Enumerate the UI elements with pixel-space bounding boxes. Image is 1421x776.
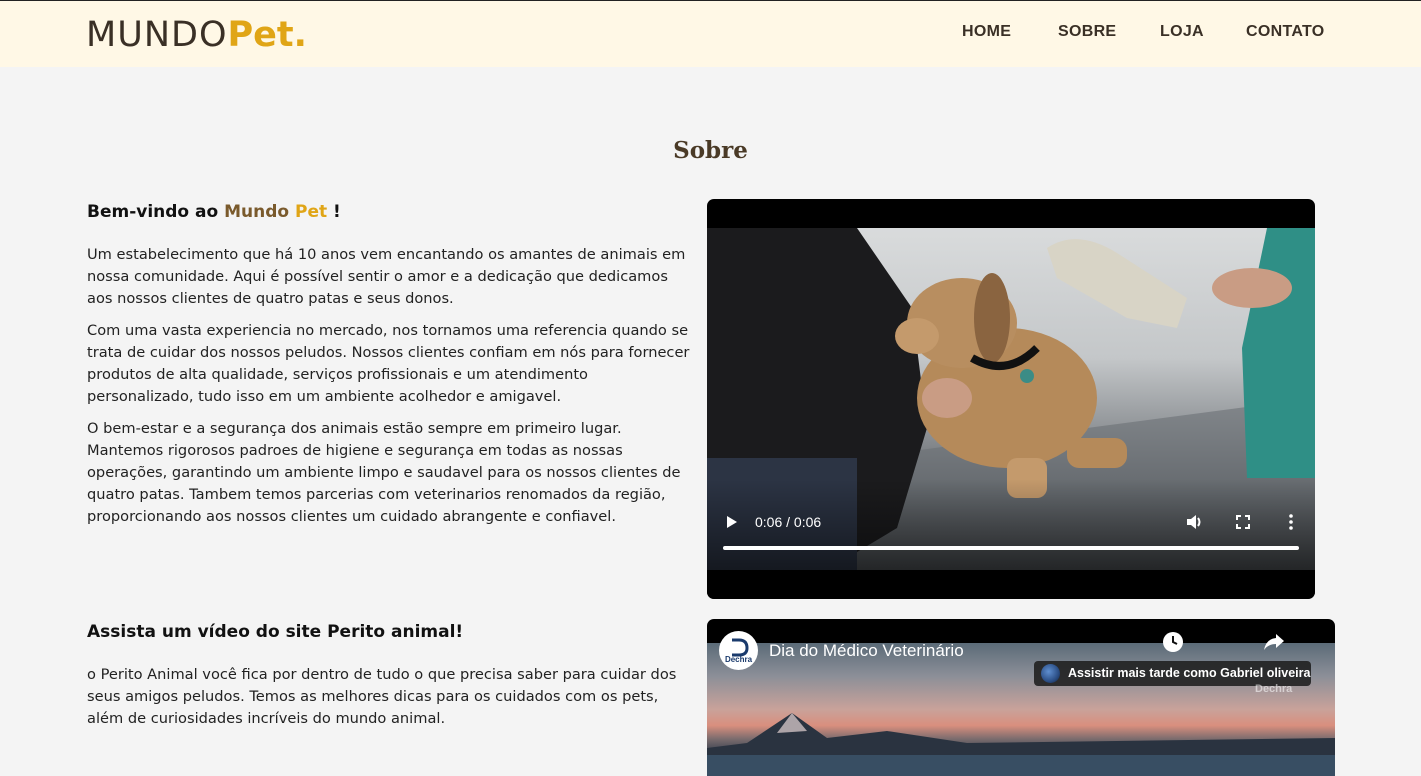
welcome-heading: Bem-vindo ao Mundo Pet ! (87, 202, 341, 222)
welcome-suffix: ! (327, 202, 341, 222)
fullscreen-icon (1236, 515, 1250, 529)
about-paragraph-3: O bem-estar e a segurança dos animais es… (87, 420, 681, 525)
fullscreen-button[interactable] (1236, 515, 1250, 534)
video-section-paragraph: o Perito Animal você fica por dentro de … (87, 666, 677, 727)
welcome-pet: Pet (295, 202, 328, 222)
share-button[interactable] (1263, 632, 1285, 656)
volume-icon (1187, 515, 1201, 529)
share-icon (1264, 634, 1284, 650)
welcome-mundo: Mundo (224, 202, 290, 222)
nav-contato[interactable]: CONTATO (1246, 23, 1325, 41)
welcome-prefix: Bem-vindo ao (87, 202, 225, 222)
site-header: MUNDOPet. HOME SOBRE LOJA CONTATO (0, 1, 1421, 67)
video-progress-bar[interactable] (723, 546, 1299, 550)
video-time: 0:06 / 0:06 (755, 514, 822, 530)
youtube-video-title[interactable]: Dia do Médico Veterinário (769, 641, 964, 661)
video-player[interactable]: 0:06 / 0:06 (707, 199, 1315, 599)
nav-loja[interactable]: LOJA (1160, 23, 1204, 41)
clock-icon (1163, 632, 1183, 652)
video-watermark: Dechra (1255, 683, 1293, 695)
channel-avatar[interactable]: Dechra (719, 631, 758, 670)
nav-home[interactable]: HOME (962, 23, 1011, 41)
play-icon (727, 516, 737, 528)
user-avatar (1041, 664, 1060, 683)
dechra-logo-icon (732, 638, 749, 657)
page-title: Sobre (673, 137, 748, 164)
watch-later-text: Assistir mais tarde como Gabriel oliveir… (1068, 666, 1311, 680)
youtube-embed[interactable]: Dechra Dia do Médico Veterinário Assisti… (707, 619, 1335, 776)
about-paragraph-2: Com uma vasta experiencia no mercado, no… (87, 322, 690, 405)
main-nav: HOME SOBRE LOJA CONTATO (0, 23, 1421, 47)
more-options-button[interactable] (1288, 514, 1294, 535)
nav-sobre[interactable]: SOBRE (1058, 23, 1116, 41)
controls-gradient (707, 479, 1315, 599)
channel-name: Dechra (724, 655, 753, 664)
about-paragraph-1: Um estabelecimento que há 10 anos vem en… (87, 246, 686, 307)
volume-button[interactable] (1186, 514, 1204, 535)
play-button[interactable] (725, 515, 739, 529)
watch-later-button[interactable] (1162, 631, 1184, 657)
video-section-heading: Assista um vídeo do site Perito animal! (87, 622, 464, 642)
kebab-menu-icon (1289, 514, 1293, 530)
